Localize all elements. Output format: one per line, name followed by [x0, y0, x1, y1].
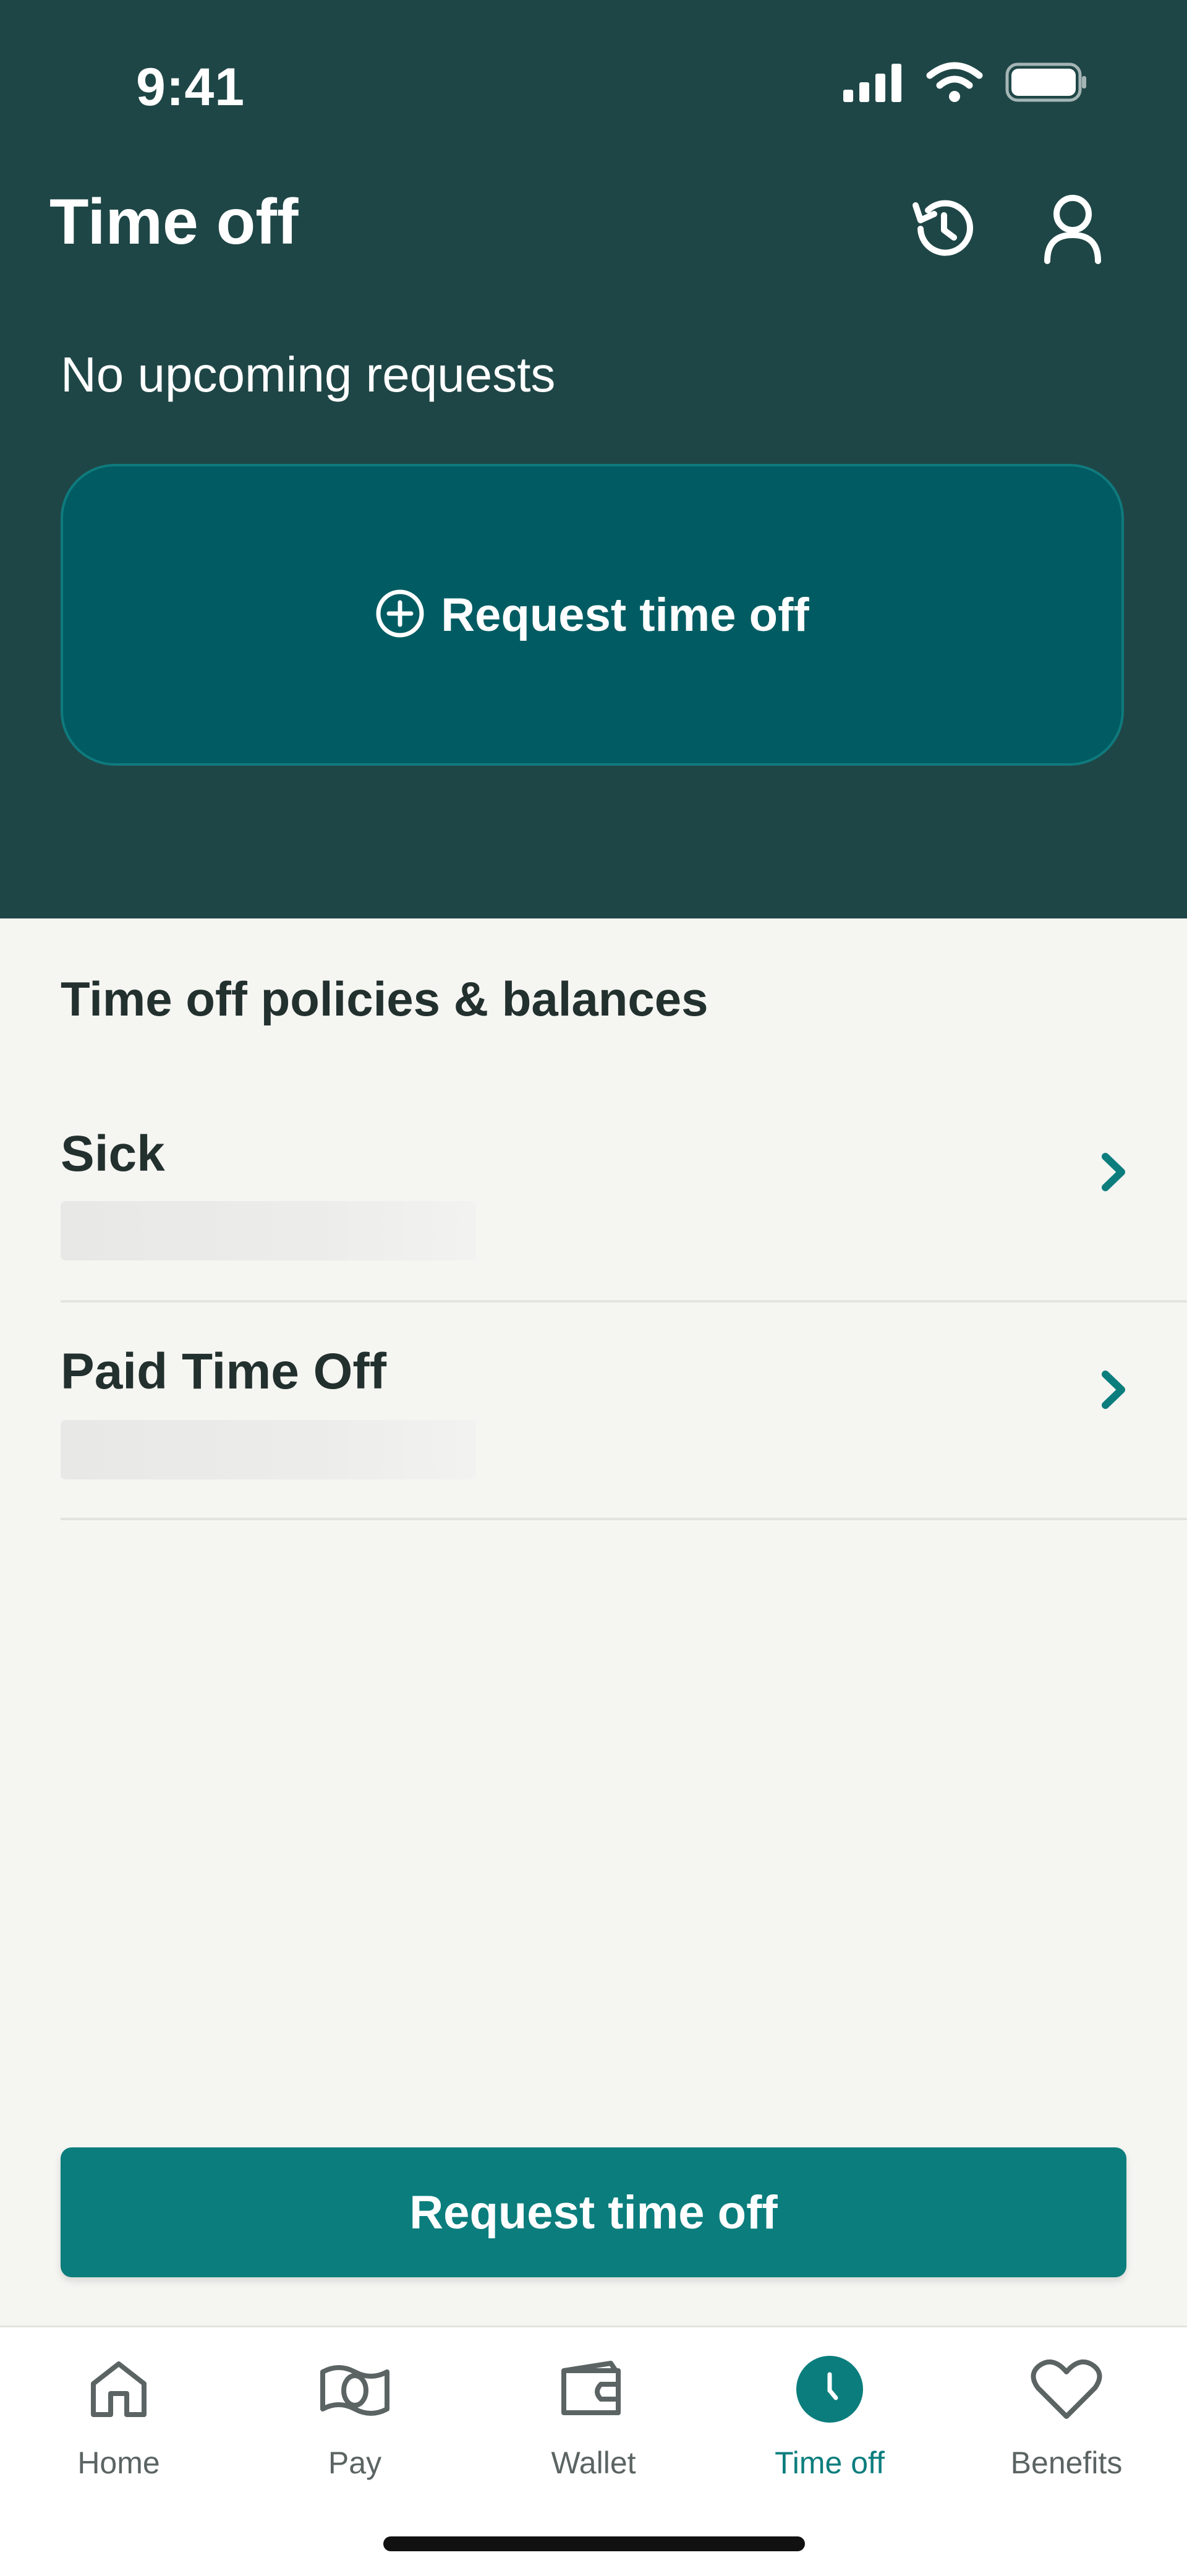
plus-circle-icon	[375, 589, 425, 641]
home-indicator	[383, 2536, 805, 2551]
chevron-right-icon	[1092, 1144, 1135, 1200]
tab-wallet[interactable]: Wallet	[501, 2352, 686, 2494]
request-time-off-card[interactable]: Request time off	[61, 464, 1124, 766]
battery-icon	[1005, 62, 1088, 105]
no-upcoming-text: No upcoming requests	[61, 347, 556, 402]
clock-icon	[795, 2352, 864, 2426]
page-title: Time off	[49, 186, 299, 258]
tab-label: Home	[77, 2445, 160, 2480]
wallet-icon	[556, 2352, 631, 2426]
request-time-off-button[interactable]: Request time off	[61, 2147, 1126, 2277]
chevron-right-icon	[1092, 1362, 1135, 1418]
home-icon	[85, 2352, 153, 2426]
policy-row-sick[interactable]: Sick	[61, 1085, 1187, 1303]
status-bar: 9:41	[0, 0, 1187, 173]
tab-label: Time off	[775, 2445, 885, 2480]
policy-name: Sick	[61, 1126, 165, 1182]
policy-row-paid-time-off[interactable]: Paid Time Off	[61, 1303, 1187, 1520]
profile-icon[interactable]	[1032, 189, 1113, 269]
policy-balance-redacted	[61, 1420, 476, 1479]
tab-bar: Home Pay Wallet Time off Benefits	[0, 2326, 1187, 2576]
status-icons	[842, 62, 1088, 106]
status-time: 9:41	[136, 58, 245, 117]
wifi-icon	[926, 62, 983, 106]
bottom-cta-area: Request time off	[0, 2098, 1187, 2326]
tab-pay[interactable]: Pay	[262, 2352, 448, 2494]
pay-icon	[318, 2352, 392, 2426]
policies-section-title: Time off policies & balances	[61, 972, 708, 1026]
tab-label: Wallet	[551, 2445, 636, 2480]
tab-home[interactable]: Home	[26, 2352, 211, 2494]
header-section: 9:41 Time off No upcoming requests Reque…	[0, 0, 1187, 918]
tab-label: Benefits	[1010, 2445, 1123, 2480]
tab-label: Pay	[328, 2445, 382, 2480]
tab-time-off[interactable]: Time off	[737, 2352, 922, 2494]
heart-icon	[1029, 2352, 1104, 2426]
policy-name: Paid Time Off	[61, 1343, 387, 1400]
policy-balance-redacted	[61, 1201, 476, 1260]
tab-benefits[interactable]: Benefits	[974, 2352, 1159, 2494]
history-icon[interactable]	[903, 189, 983, 269]
request-card-label: Request time off	[441, 588, 809, 641]
signal-icon	[842, 62, 904, 105]
